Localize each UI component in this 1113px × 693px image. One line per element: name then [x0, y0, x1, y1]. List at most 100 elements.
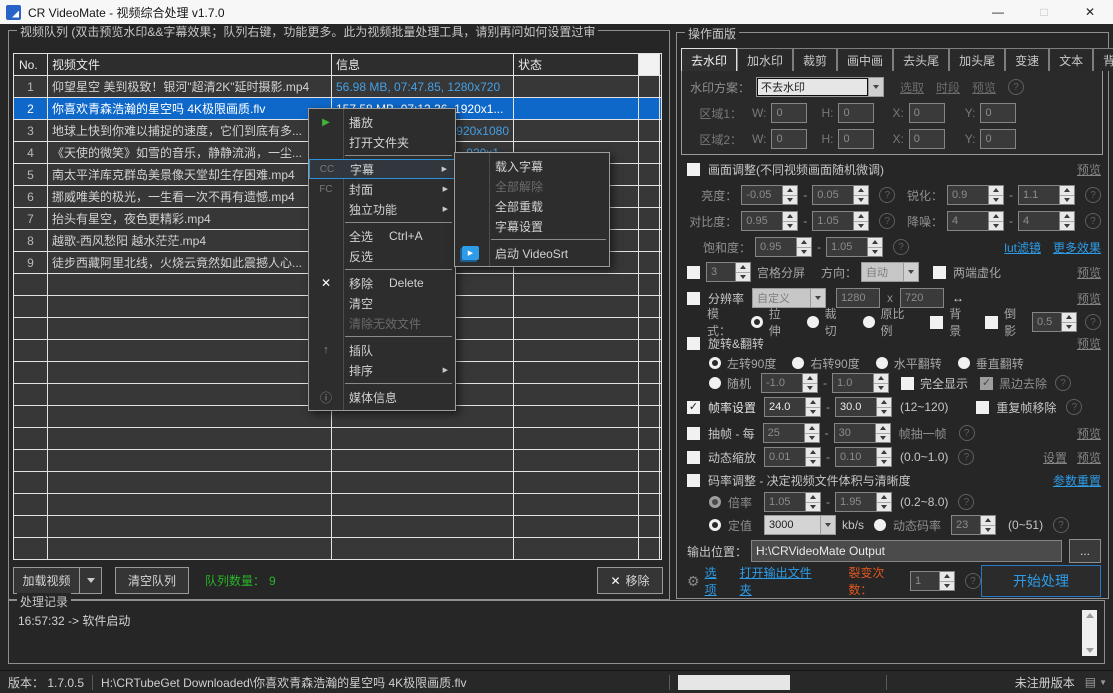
region2-x-input[interactable]: 0	[909, 129, 945, 149]
header-info[interactable]: 信息	[332, 54, 514, 75]
combo-dropdown-icon[interactable]	[820, 515, 836, 535]
bitrate-min-spinner[interactable]: 1.05	[764, 492, 821, 512]
resolution-checkbox[interactable]	[687, 292, 700, 305]
help-icon[interactable]: ?	[1053, 517, 1069, 533]
menu-item-subtitle[interactable]: CC 字幕 ▶	[309, 159, 455, 179]
menu-item-media-info[interactable]: ⓘ 媒体信息	[309, 387, 455, 407]
preview-link[interactable]: 预览	[1077, 161, 1101, 178]
report-icon[interactable]: ▤	[1085, 675, 1096, 689]
crop-radio[interactable]	[807, 316, 819, 328]
bitrate-value-combo[interactable]: 3000	[764, 515, 836, 535]
picture-adjust-checkbox[interactable]	[687, 163, 700, 176]
brightness-max-spinner[interactable]: 0.05	[812, 185, 869, 205]
period-link[interactable]: 时段	[936, 79, 960, 96]
help-icon[interactable]: ?	[879, 213, 895, 229]
tab-text[interactable]: 文本	[1049, 48, 1093, 71]
help-icon[interactable]: ?	[959, 425, 975, 441]
stretch-radio[interactable]	[751, 316, 763, 328]
dedup-checkbox[interactable]	[976, 401, 989, 414]
grid-split-spinner[interactable]: 3	[706, 262, 751, 282]
frame-extract-checkbox[interactable]	[687, 427, 700, 440]
direction-combo[interactable]: 自动	[861, 262, 919, 282]
help-icon[interactable]: ?	[893, 239, 909, 255]
caret-down-icon[interactable]: ▼	[1099, 678, 1107, 687]
brightness-min-spinner[interactable]: -0.05	[741, 185, 798, 205]
extract-max-spinner[interactable]: 30	[834, 423, 891, 443]
remove-button[interactable]: ✕移除	[597, 567, 663, 594]
combo-dropdown-icon[interactable]	[868, 77, 884, 97]
sharpen-min-spinner[interactable]: 0.9	[947, 185, 1004, 205]
background-checkbox[interactable]	[930, 316, 943, 329]
menu-item-select-all[interactable]: 全选Ctrl+A	[309, 226, 455, 246]
settings-link[interactable]: 设置	[1043, 449, 1067, 466]
help-icon[interactable]: ?	[1008, 79, 1024, 95]
saturation-max-spinner[interactable]: 1.05	[826, 237, 883, 257]
submenu-item-reload-all[interactable]: 全部重载	[455, 196, 609, 216]
help-icon[interactable]: ?	[879, 187, 895, 203]
more-effects-link[interactable]: 更多效果	[1053, 239, 1101, 256]
submenu-item-subtitle-settings[interactable]: 字幕设置	[455, 216, 609, 236]
help-icon[interactable]: ?	[1085, 314, 1101, 330]
menu-item-clear[interactable]: 清空	[309, 293, 455, 313]
clear-queue-button[interactable]: 清空队列	[115, 567, 189, 594]
minimize-button[interactable]: —	[975, 0, 1021, 24]
menu-item-invert-selection[interactable]: 反选	[309, 246, 455, 266]
tab-crop[interactable]: 裁剪	[793, 48, 837, 71]
lut-filter-link[interactable]: lut滤镜	[1004, 239, 1041, 256]
reflection-spinner[interactable]: 0.5	[1032, 312, 1077, 332]
tab-add-watermark[interactable]: 加水印	[737, 48, 793, 71]
header-status[interactable]: 状态	[514, 54, 639, 75]
help-icon[interactable]: ?	[958, 494, 974, 510]
menu-item-cover[interactable]: FC 封面 ▶	[309, 179, 455, 199]
help-icon[interactable]: ?	[1055, 375, 1071, 391]
open-output-folder-link[interactable]: 打开输出文件夹	[740, 564, 821, 598]
menu-item-open-folder[interactable]: 打开文件夹	[309, 132, 455, 152]
region1-h-input[interactable]: 0	[838, 103, 874, 123]
menu-item-insert[interactable]: ↑ 插队	[309, 340, 455, 360]
table-row[interactable]: 1 仰望星空 美到极致！银河"超清2K"延时摄影.mp4 56.98 MB, 0…	[14, 76, 661, 98]
bitrate-fixed-radio[interactable]	[709, 519, 721, 531]
region1-y-input[interactable]: 0	[980, 103, 1016, 123]
contrast-min-spinner[interactable]: 0.95	[741, 211, 798, 231]
rotate-flip-checkbox[interactable]	[687, 337, 700, 350]
vflip-radio[interactable]	[958, 357, 970, 369]
hflip-radio[interactable]	[876, 357, 888, 369]
region2-w-input[interactable]: 0	[771, 129, 807, 149]
random-radio[interactable]	[709, 377, 721, 389]
options-link[interactable]: 选项	[705, 564, 728, 598]
tab-remove-watermark[interactable]: 去水印	[681, 48, 737, 71]
swap-dimensions-icon[interactable]: ↔	[952, 291, 964, 305]
deblack-checkbox[interactable]: ✓	[980, 377, 993, 390]
submenu-item-launch-videosrt[interactable]: ▶ 启动 VideoSrt	[455, 243, 609, 263]
menu-item-sort[interactable]: 排序 ▶	[309, 360, 455, 380]
fps-min-spinner[interactable]: 24.0	[764, 397, 821, 417]
reset-params-link[interactable]: 参数重置	[1053, 472, 1101, 489]
region2-y-input[interactable]: 0	[980, 129, 1016, 149]
denoise-min-spinner[interactable]: 4	[947, 211, 1004, 231]
dynzoom-max-spinner[interactable]: 0.10	[835, 447, 892, 467]
menu-item-play[interactable]: ▶ 播放	[309, 112, 455, 132]
start-processing-button[interactable]: 开始处理	[981, 565, 1101, 597]
preview-link[interactable]: 预览	[1077, 290, 1101, 307]
random-min-spinner[interactable]: -1.0	[761, 373, 818, 393]
preview-link[interactable]: 预览	[1077, 264, 1101, 281]
denoise-max-spinner[interactable]: 4	[1018, 211, 1075, 231]
preview-link[interactable]: 预览	[972, 79, 996, 96]
full-display-checkbox[interactable]	[901, 377, 914, 390]
saturation-min-spinner[interactable]: 0.95	[755, 237, 812, 257]
fps-max-spinner[interactable]: 30.0	[835, 397, 892, 417]
region1-w-input[interactable]: 0	[771, 103, 807, 123]
fps-checkbox[interactable]: ✓	[687, 401, 700, 414]
menu-item-remove[interactable]: ✕ 移除Delete	[309, 273, 455, 293]
sharpen-max-spinner[interactable]: 1.1	[1018, 185, 1075, 205]
reflection-checkbox[interactable]	[985, 316, 998, 329]
tab-speed[interactable]: 变速	[1005, 48, 1049, 71]
scroll-up-icon[interactable]	[1086, 613, 1094, 618]
browse-button[interactable]: ...	[1069, 539, 1101, 563]
dynamic-bitrate-spinner[interactable]: 23	[951, 515, 996, 535]
load-video-button[interactable]: 加载视频	[13, 567, 79, 594]
random-max-spinner[interactable]: 1.0	[832, 373, 889, 393]
tab-trim-head-tail[interactable]: 去头尾	[893, 48, 949, 71]
ratio-radio[interactable]	[863, 316, 875, 328]
tab-pip[interactable]: 画中画	[837, 48, 893, 71]
